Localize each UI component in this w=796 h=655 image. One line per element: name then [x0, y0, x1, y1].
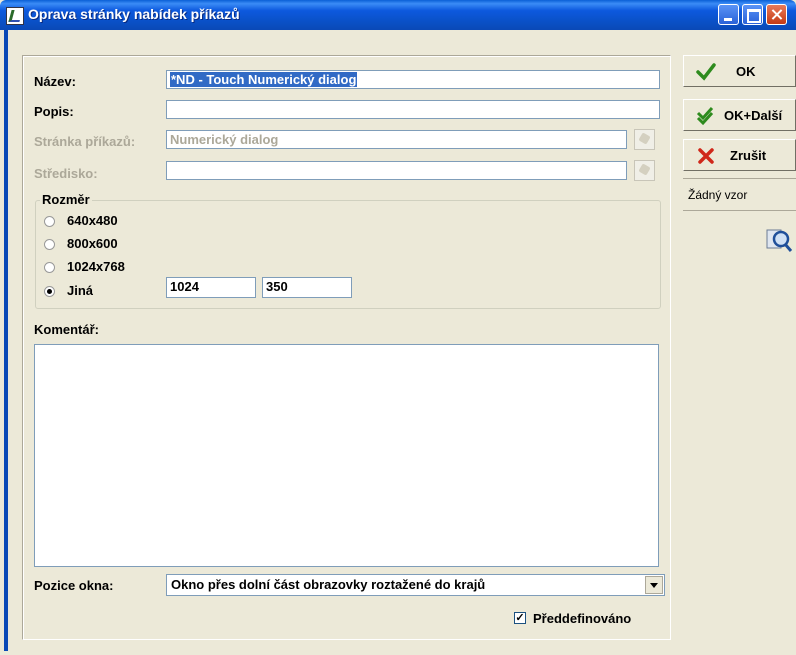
radio-1024x768[interactable]	[44, 262, 55, 273]
center-field	[166, 161, 627, 180]
predefined-checkbox[interactable]: ✓	[514, 612, 526, 624]
radio-1024x768-label: 1024x768	[67, 259, 125, 274]
check-icon	[696, 63, 716, 81]
position-select[interactable]: Okno přes dolní část obrazovky roztažené…	[166, 574, 665, 596]
center-picker-button	[634, 160, 655, 181]
double-check-icon	[696, 106, 714, 126]
radio-800x600-label: 800x600	[67, 236, 118, 251]
minimize-button[interactable]	[718, 4, 739, 25]
name-label: Název:	[34, 74, 76, 89]
chevron-down-icon[interactable]	[645, 576, 663, 594]
comment-label: Komentář:	[34, 322, 100, 337]
dialog-window: Oprava stránky nabídek příkazů Název: *N…	[0, 0, 796, 655]
radio-other[interactable]	[44, 286, 55, 297]
page-picker-button	[634, 129, 655, 150]
pattern-label: Žádný vzor	[688, 188, 748, 202]
ok-button[interactable]: OK	[683, 55, 796, 87]
radio-640x480-label: 640x480	[67, 213, 118, 228]
custom-width-input[interactable]: 1024	[166, 277, 256, 298]
position-label: Pozice okna:	[34, 578, 114, 593]
predefined-label: Předdefinováno	[533, 611, 632, 626]
page-label: Stránka příkazů:	[34, 134, 136, 149]
cancel-button[interactable]: Zrušit	[683, 139, 796, 171]
ok-next-button[interactable]: OK+Další	[683, 99, 796, 131]
custom-height-input[interactable]: 350	[262, 277, 352, 298]
ok-label: OK	[736, 64, 756, 79]
maximize-button[interactable]	[742, 4, 763, 25]
cancel-x-icon	[698, 148, 714, 164]
ok-next-label: OK+Další	[724, 108, 783, 123]
name-value: *ND - Touch Numerický dialog	[170, 72, 358, 87]
size-group-title: Rozměr	[40, 192, 92, 207]
cancel-label: Zrušit	[730, 148, 767, 163]
close-button[interactable]	[766, 4, 787, 25]
window-title: Oprava stránky nabídek příkazů	[28, 6, 240, 22]
app-icon	[6, 7, 24, 25]
center-label: Středisko:	[34, 166, 98, 181]
desc-field[interactable]	[166, 100, 660, 119]
help-magnifier-icon[interactable]	[765, 227, 793, 253]
name-field[interactable]: *ND - Touch Numerický dialog	[166, 70, 660, 89]
radio-640x480[interactable]	[44, 216, 55, 227]
position-value: Okno přes dolní část obrazovky roztažené…	[171, 577, 486, 592]
title-bar[interactable]: Oprava stránky nabídek příkazů	[0, 0, 796, 30]
sidebar-divider-2	[683, 210, 796, 211]
sidebar-divider	[683, 178, 796, 179]
page-field: Numerický dialog	[166, 130, 627, 149]
name-label-text: Název:	[34, 74, 76, 89]
radio-other-label: Jiná	[67, 283, 94, 298]
comment-textarea[interactable]	[34, 344, 659, 567]
desc-label: Popis:	[34, 104, 74, 119]
radio-800x600[interactable]	[44, 239, 55, 250]
